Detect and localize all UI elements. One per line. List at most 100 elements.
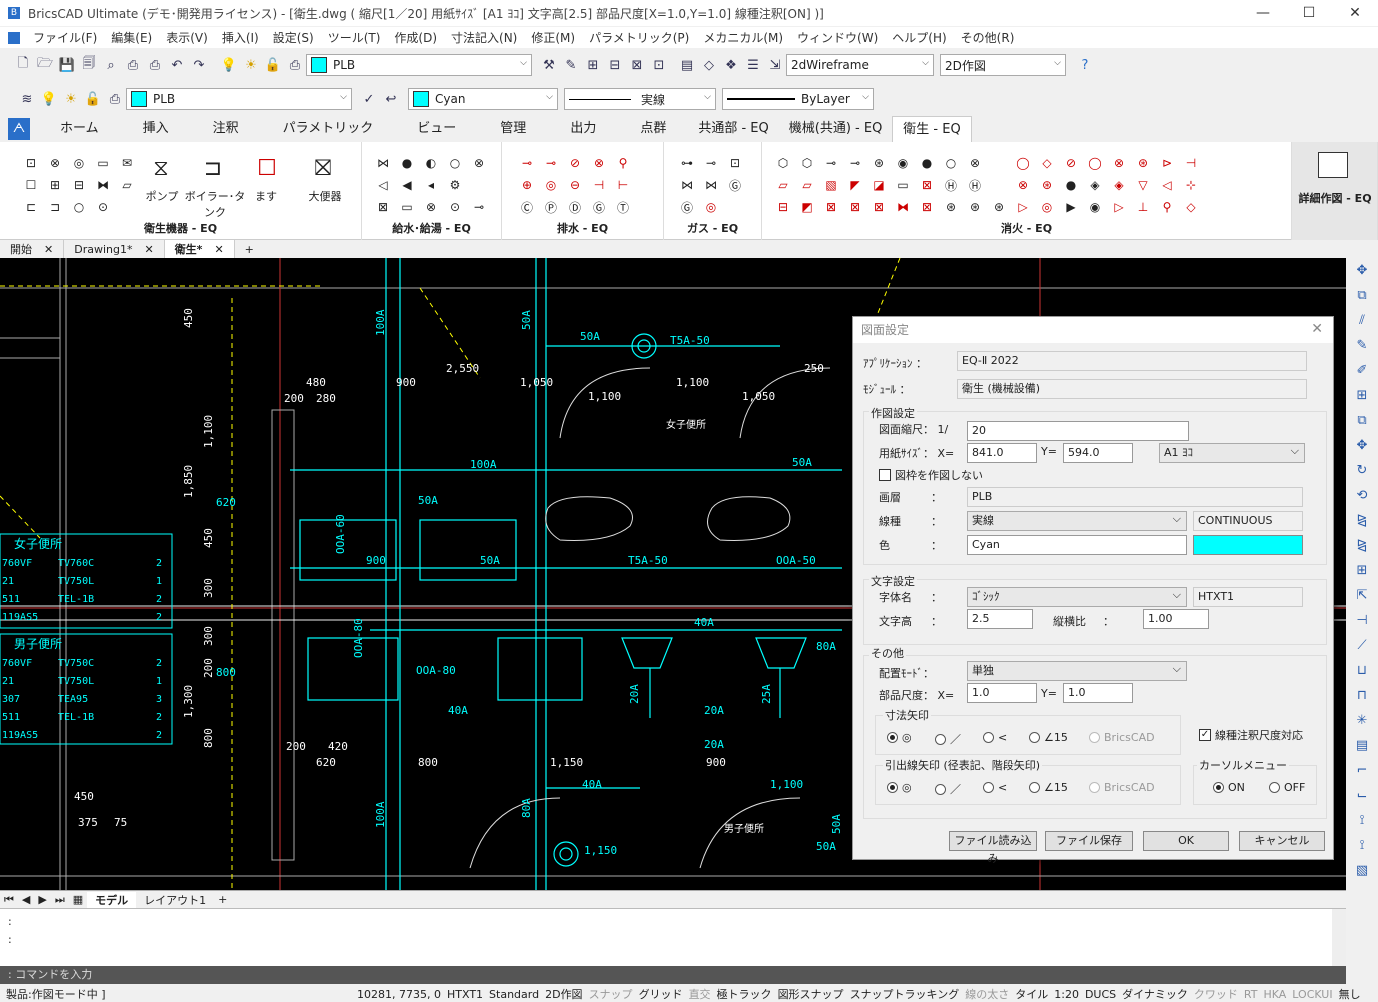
valve-icon[interactable]: ● (398, 154, 416, 172)
fixture-icon[interactable]: ⊙ (94, 198, 112, 216)
part-scale-y-input[interactable]: 1.0 (1063, 683, 1133, 703)
valve-icon[interactable]: ◂ (422, 176, 440, 194)
menu-insert[interactable]: 挿入(I) (215, 29, 266, 46)
placement-mode-select[interactable]: 単独 (967, 660, 1187, 681)
fire-icon[interactable]: ▱ (774, 176, 792, 194)
new-tab-button[interactable]: + (235, 240, 264, 258)
make-current-icon[interactable]: ✓ (358, 88, 380, 110)
radio-dot[interactable] (1089, 732, 1100, 743)
fire-icon[interactable]: ⊠ (870, 198, 888, 216)
fire-icon[interactable]: ◉ (1086, 198, 1104, 216)
gas-icon[interactable]: Ⓖ (678, 198, 696, 216)
drain-icon[interactable]: ⊣ (590, 176, 608, 194)
status-otrack[interactable]: スナップトラッキング (847, 986, 963, 1002)
layer-sun-icon[interactable]: ☀ (240, 54, 262, 76)
leader-arrow-radio-bricscad[interactable]: BricsCAD (1089, 781, 1155, 794)
linetype-select[interactable]: 実線 (967, 510, 1187, 531)
fire-icon[interactable]: ◤ (846, 176, 864, 194)
color-combo[interactable]: Cyan ⌵ (408, 88, 558, 110)
move-icon[interactable]: ✥ (1351, 260, 1373, 281)
fire-icon[interactable]: ⊟ (774, 198, 792, 216)
status-osnap[interactable]: 図形スナップ (775, 986, 847, 1002)
fire-icon[interactable]: ◯ (1086, 154, 1104, 172)
linetype-combo[interactable]: 実線 ⌵ (564, 88, 716, 110)
color-preview-swatch[interactable] (1193, 535, 1303, 555)
gas-icon[interactable]: ◎ (702, 198, 720, 216)
rotate2-icon[interactable]: ⟲ (1351, 485, 1373, 506)
first-layout-icon[interactable]: ⏮ (0, 893, 18, 907)
drain-icon[interactable]: ⊕ (518, 176, 536, 194)
valve-icon[interactable]: ⊙ (446, 198, 464, 216)
valve-icon[interactable]: ⋈ (374, 154, 392, 172)
drain-icon[interactable]: ⚲ (614, 154, 632, 172)
fixture-icon[interactable]: ◎ (70, 154, 88, 172)
save-icon[interactable]: 💾 (56, 54, 78, 76)
doc-tab-start[interactable]: 開始 ✕ (0, 240, 65, 258)
fire-icon[interactable]: ▭ (894, 176, 912, 194)
fixture-icon[interactable]: ▭ (94, 154, 112, 172)
plot-icon[interactable]: ⎙ (144, 54, 166, 76)
fire-icon[interactable]: ● (1062, 176, 1080, 194)
layer-match-icon[interactable]: ⚒ (538, 54, 560, 76)
boiler-tank-icon[interactable]: ⊐ (198, 156, 228, 181)
detail-drawing-button[interactable]: 詳細作図 - EQ (1292, 190, 1378, 206)
bricscad-app-button[interactable]: ᗅ (8, 118, 30, 140)
fire-icon[interactable]: ⊹ (1182, 176, 1200, 194)
layer-freeze-icon[interactable]: ⊠ (626, 54, 648, 76)
fire-icon[interactable]: ⧓ (894, 198, 912, 216)
status-text-style[interactable]: HTXT1 (444, 988, 486, 1001)
eraser-icon[interactable]: ◇ (698, 54, 720, 76)
fire-icon[interactable]: Ⓗ (942, 176, 960, 194)
status-hka[interactable]: HKA (1260, 988, 1289, 1001)
status-lockui[interactable]: LOCKUI (1289, 988, 1335, 1001)
cursor-menu-on[interactable]: ON (1213, 781, 1245, 794)
join-icon[interactable]: ⊓ (1351, 685, 1373, 706)
prev-layout-icon[interactable]: ◀ (18, 893, 34, 906)
doc-tab-sanitary[interactable]: 衛生* ✕ (164, 240, 235, 258)
drain-icon[interactable]: ⊘ (566, 154, 584, 172)
valve-icon[interactable]: ◁ (374, 176, 392, 194)
checkbox-box[interactable] (879, 469, 891, 481)
fire-icon[interactable]: ◩ (798, 198, 816, 216)
grid-icon[interactable]: ⊞ (1351, 560, 1373, 581)
fire-icon[interactable]: ⬡ (798, 154, 816, 172)
mirror2-icon[interactable]: ⧎ (1351, 535, 1373, 556)
menu-window[interactable]: ウィンドウ(W) (790, 29, 885, 46)
fire-icon[interactable]: ⊣ (1182, 154, 1200, 172)
fire-icon[interactable]: ◎ (1038, 198, 1056, 216)
drain-icon[interactable]: Ⓓ (566, 198, 584, 216)
command-input[interactable]: : コマンドを入力 (0, 966, 1346, 984)
status-workspace[interactable]: 2D作図 (542, 986, 585, 1002)
layer-print-icon[interactable]: ⎙ (284, 54, 306, 76)
tab-view[interactable]: ビュー (395, 116, 478, 142)
fire-icon[interactable]: ○ (942, 154, 960, 172)
block-icon[interactable]: ❖ (720, 54, 742, 76)
fire-icon[interactable]: ⊠ (918, 176, 936, 194)
layer-lock2-icon[interactable]: ⊡ (648, 54, 670, 76)
fire-icon[interactable]: ⊛ (870, 154, 888, 172)
close-icon[interactable]: ✕ (44, 243, 53, 256)
fire-icon[interactable]: ▷ (1014, 198, 1032, 216)
fire-icon[interactable]: ◈ (1086, 176, 1104, 194)
valve-icon[interactable] (470, 176, 488, 194)
close-button[interactable]: ✕ (1332, 0, 1378, 26)
minimize-button[interactable]: — (1240, 0, 1286, 26)
fire-icon[interactable]: ◪ (870, 176, 888, 194)
fire-icon[interactable]: ⊸ (846, 154, 864, 172)
drain-icon[interactable]: ⊸ (518, 154, 536, 172)
valve-icon[interactable]: ▭ (398, 198, 416, 216)
menu-parametric[interactable]: パラメトリック(P) (582, 29, 696, 46)
paper-size-select[interactable]: A1 ﾖｺ (1159, 442, 1305, 463)
properties-icon[interactable]: ▤ (676, 54, 698, 76)
fire-icon[interactable]: ⊸ (822, 154, 840, 172)
fixture-icon[interactable]: ⊏ (22, 198, 40, 216)
radio-dot[interactable] (1029, 732, 1040, 743)
fire-icon[interactable]: ⊗ (1014, 176, 1032, 194)
fire-icon[interactable]: ● (918, 154, 936, 172)
fire-icon[interactable]: ⊳ (1158, 154, 1176, 172)
fire-icon[interactable]: ◯ (1014, 154, 1032, 172)
copy-icon[interactable]: ⧉ (1351, 285, 1373, 306)
tab-insert[interactable]: 挿入 (121, 116, 191, 142)
status-scale[interactable]: 1:20 (1051, 988, 1082, 1001)
status-rt[interactable]: RT (1241, 988, 1261, 1001)
